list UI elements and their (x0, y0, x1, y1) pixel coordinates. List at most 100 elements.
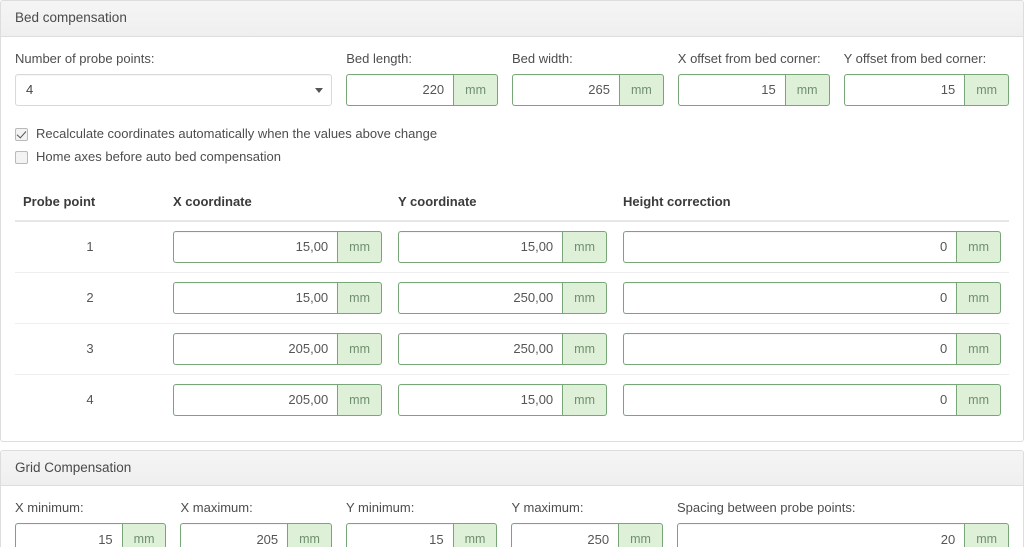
probe-points-select[interactable]: 4 (15, 73, 333, 106)
probe-points-value: 4 (26, 82, 34, 98)
probe-points-field: Number of probe points: 4 (15, 51, 346, 106)
bed-width-field: Bed width: 265 mm (512, 51, 678, 106)
x-minimum-input-group: 15 mm (15, 523, 167, 547)
probe-1-y-input-group: 15,00 mm (398, 230, 607, 263)
page-title: Bed compensation (15, 10, 127, 25)
bed-compensation-panel-body: Number of probe points: 4 Bed length: 22… (1, 37, 1023, 441)
probe-4-height-input-group: 0 mm (623, 383, 1001, 416)
probe-point-x-cell: 15,00 mm (165, 271, 390, 324)
home-axes-checkbox[interactable]: Home axes before auto bed compensation (15, 149, 1009, 166)
bed-compensation-page: Bed compensation Number of probe points:… (0, 0, 1024, 547)
probe-point-height-cell: 0 mm (615, 221, 1009, 273)
probe-2-y-input-group: 250,00 mm (398, 281, 607, 314)
probe-spacing-unit: mm (964, 523, 1010, 547)
x-offset-label: X offset from bed corner: (677, 50, 821, 66)
chevron-down-icon (315, 87, 324, 93)
y-offset-input[interactable]: 15 (843, 73, 965, 106)
bed-width-input[interactable]: 265 (512, 73, 619, 106)
x-maximum-input[interactable]: 205 (180, 523, 288, 547)
bed-length-label: Bed length: (346, 50, 412, 66)
bed-length-field: Bed length: 220 mm (346, 51, 512, 106)
probe-3-y-unit: mm (562, 332, 607, 365)
x-offset-field: X offset from bed corner: 15 mm (677, 50, 844, 106)
grid-compensation-panel-heading: Grid Compensation (1, 450, 1023, 487)
probe-4-x-unit: mm (337, 383, 382, 416)
x-minimum-input[interactable]: 15 (15, 523, 122, 547)
probe-point-height-cell: 0 mm (615, 373, 1009, 425)
probe-point-y-cell: 250,00 mm (390, 271, 615, 324)
checkbox-checked-icon[interactable] (15, 127, 28, 141)
probe-point-number: 2 (15, 271, 165, 324)
y-minimum-field: Y minimum: 15 mm (345, 500, 511, 547)
probe-point-height-cell: 0 mm (615, 271, 1009, 324)
table-row: 2 15,00 mm 250,00 mm 0 mm (15, 271, 1009, 324)
bed-length-unit: mm (453, 73, 498, 106)
y-minimum-label: Y minimum: (345, 500, 415, 516)
checkbox-unchecked-icon[interactable] (15, 150, 28, 164)
probe-point-x-cell: 15,00 mm (165, 221, 390, 273)
column-header-height-correction: Height correction (615, 183, 1009, 222)
y-maximum-field: Y maximum: 250 mm (511, 500, 676, 547)
probe-1-y-input[interactable]: 15,00 (398, 230, 563, 263)
probe-4-y-input[interactable]: 15,00 (398, 383, 563, 416)
y-maximum-unit: mm (618, 523, 663, 547)
probe-4-y-input-group: 15,00 mm (398, 383, 607, 416)
probe-1-height-input[interactable]: 0 (623, 230, 957, 263)
table-row: 4 205,00 mm 15,00 mm 0 mm (15, 373, 1009, 425)
probe-points-table-head: Probe point X coordinate Y coordinate He… (15, 183, 1009, 222)
probe-2-x-unit: mm (337, 281, 382, 314)
home-axes-label: Home axes before auto bed compensation (36, 148, 281, 164)
probe-4-x-input-group: 205,00 mm (173, 383, 382, 416)
recalculate-coordinates-label: Recalculate coordinates automatically wh… (36, 125, 438, 141)
probe-2-y-input[interactable]: 250,00 (398, 281, 563, 314)
bed-width-input-group: 265 mm (512, 73, 664, 106)
probe-3-height-input-group: 0 mm (623, 332, 1001, 365)
probe-4-height-input[interactable]: 0 (623, 383, 957, 416)
probe-spacing-input[interactable]: 20 (676, 523, 965, 547)
y-minimum-input[interactable]: 15 (345, 523, 453, 547)
probe-4-x-input[interactable]: 205,00 (173, 383, 338, 416)
bed-width-label: Bed width: (512, 50, 573, 66)
probe-2-height-unit: mm (956, 281, 1001, 314)
probe-2-x-input[interactable]: 15,00 (173, 281, 338, 314)
probe-point-number: 4 (15, 373, 165, 425)
x-maximum-label: X maximum: (180, 500, 253, 516)
y-offset-label: Y offset from bed corner: (843, 50, 987, 66)
x-offset-input[interactable]: 15 (677, 73, 785, 106)
probe-1-x-input[interactable]: 15,00 (173, 230, 338, 263)
x-minimum-unit: mm (121, 523, 167, 547)
table-row: 3 205,00 mm 250,00 mm 0 mm (15, 322, 1009, 375)
y-maximum-label: Y maximum: (511, 500, 584, 516)
probe-point-number: 3 (15, 322, 165, 375)
probe-point-y-cell: 15,00 mm (390, 221, 615, 273)
probe-3-x-input[interactable]: 205,00 (173, 332, 338, 365)
probe-3-height-input[interactable]: 0 (623, 332, 957, 365)
y-offset-field: Y offset from bed corner: 15 mm (843, 50, 1010, 106)
y-maximum-input[interactable]: 250 (511, 523, 619, 547)
bed-length-input[interactable]: 220 (346, 73, 454, 106)
grid-compensation-title: Grid Compensation (15, 459, 132, 475)
x-maximum-field: X maximum: 205 mm (180, 500, 345, 547)
probe-point-x-cell: 205,00 mm (165, 322, 390, 375)
probe-spacing-label: Spacing between probe points: (676, 500, 856, 516)
bed-compensation-panel-heading: Bed compensation (1, 1, 1023, 37)
probe-point-height-cell: 0 mm (615, 322, 1009, 375)
y-offset-unit: mm (964, 73, 1010, 106)
column-header-x-coordinate: X coordinate (165, 183, 390, 222)
probe-point-x-cell: 205,00 mm (165, 373, 390, 425)
probe-2-height-input-group: 0 mm (623, 281, 1001, 314)
probe-3-height-unit: mm (956, 332, 1001, 365)
probe-3-y-input[interactable]: 250,00 (398, 332, 563, 365)
probe-3-y-input-group: 250,00 mm (398, 332, 607, 365)
probe-point-y-cell: 250,00 mm (390, 322, 615, 375)
probe-spacing-field: Spacing between probe points: 20 mm (676, 500, 1010, 547)
probe-2-y-unit: mm (562, 281, 607, 314)
recalculate-coordinates-checkbox[interactable]: Recalculate coordinates automatically wh… (15, 126, 1009, 143)
bed-options-group: Recalculate coordinates automatically wh… (15, 126, 1009, 166)
y-maximum-input-group: 250 mm (511, 523, 663, 547)
probe-2-x-input-group: 15,00 mm (173, 281, 382, 314)
probe-2-height-input[interactable]: 0 (623, 281, 957, 314)
probe-1-x-unit: mm (337, 230, 382, 263)
probe-1-height-unit: mm (956, 230, 1001, 263)
column-header-y-coordinate: Y coordinate (390, 183, 615, 222)
